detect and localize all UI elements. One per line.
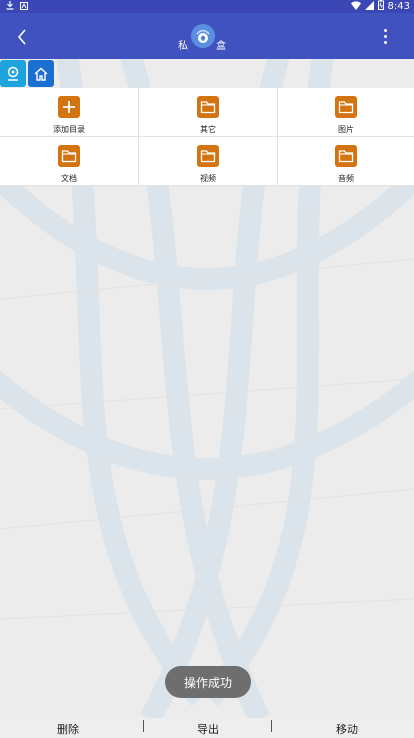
divider (271, 720, 272, 732)
grid-item-label: 文档 (61, 174, 77, 183)
divider (143, 720, 144, 732)
toast-message: 操作成功 (165, 666, 251, 698)
grid-item-label: 其它 (200, 125, 216, 134)
plus-icon (58, 96, 80, 118)
grid-item-audio[interactable]: 音频 (278, 137, 414, 186)
export-button[interactable]: 导出 (197, 721, 219, 737)
notification-a-icon (20, 1, 28, 13)
delete-button[interactable]: 删除 (57, 721, 79, 737)
menu-dot (383, 34, 387, 38)
category-grid: 添加目录 其它 图片 文档 视频 音频 (0, 88, 414, 186)
grid-item-videos[interactable]: 视频 (139, 137, 278, 186)
chevron-left-icon (17, 29, 26, 45)
title-left-char: 私 (178, 41, 188, 52)
app-title: 私 盒 (176, 23, 236, 53)
overflow-menu-button[interactable] (378, 25, 392, 47)
signal-icon (364, 0, 374, 13)
grid-item-pictures[interactable]: 图片 (278, 88, 414, 137)
grid-item-other[interactable]: 其它 (139, 88, 278, 137)
grid-item-label: 视频 (200, 174, 216, 183)
bottom-action-bar: 删除 导出 移动 (0, 718, 414, 738)
folder-icon (335, 145, 357, 167)
app-bar: 私 盒 (0, 13, 414, 59)
home-icon (34, 67, 48, 81)
folder-icon (58, 145, 80, 167)
move-button[interactable]: 移动 (336, 721, 358, 737)
battery-icon (377, 0, 384, 13)
folder-icon (335, 96, 357, 118)
grid-item-label: 音频 (338, 174, 354, 183)
clock-time: 8:43 (387, 1, 410, 12)
menu-dot (383, 28, 387, 32)
menu-dot (383, 40, 387, 44)
grid-item-add-directory[interactable]: 添加目录 (0, 88, 139, 137)
quick-search-button[interactable] (0, 60, 26, 87)
folder-icon (197, 96, 219, 118)
grid-item-label: 添加目录 (53, 125, 85, 134)
download-icon (6, 1, 14, 13)
grid-item-label: 图片 (338, 125, 354, 134)
grid-item-documents[interactable]: 文档 (0, 137, 139, 186)
app-logo (191, 24, 215, 48)
title-right-char: 盒 (216, 41, 226, 52)
back-button[interactable] (8, 23, 36, 51)
quick-home-button[interactable] (28, 60, 54, 87)
wifi-icon (350, 0, 361, 13)
folder-icon (197, 145, 219, 167)
status-bar: 8:43 (0, 0, 414, 13)
search-pin-icon (7, 66, 19, 81)
